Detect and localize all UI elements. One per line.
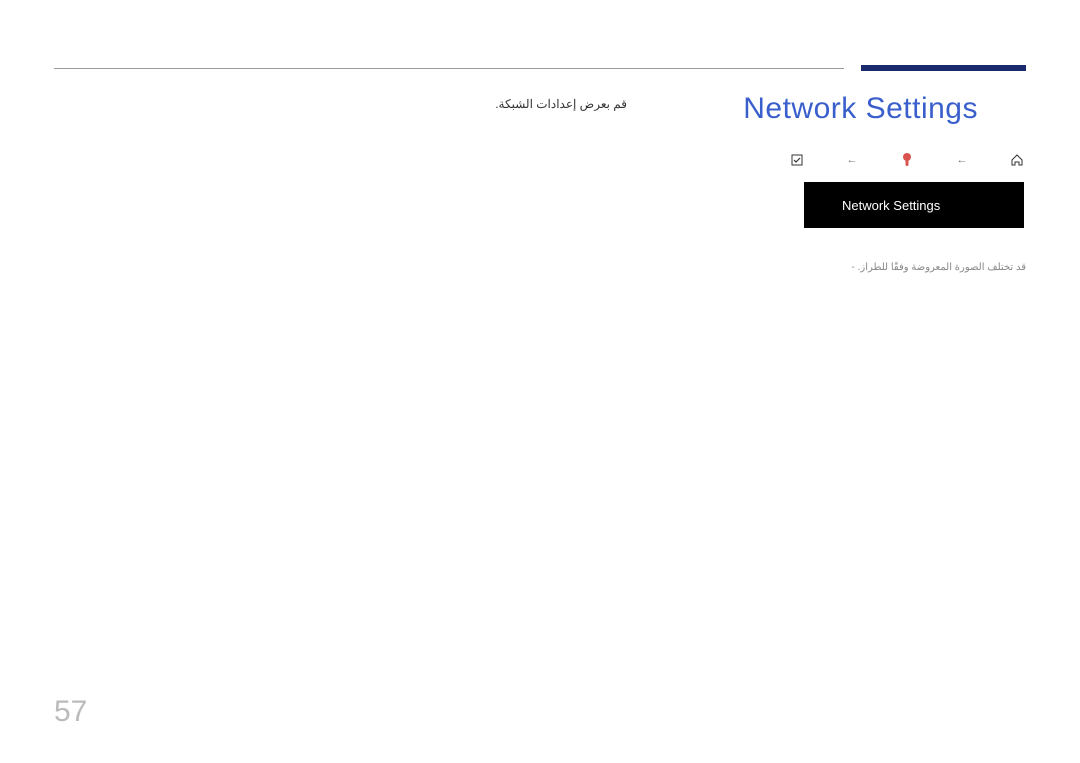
home-icon [1010, 153, 1024, 167]
footnote: قد تختلف الصورة المعروضة وفقًا للطراز. - [847, 262, 1026, 273]
header-divider [54, 68, 844, 69]
breadcrumb-icon-row: ← ← [790, 152, 1024, 168]
footnote-text: قد تختلف الصورة المعروضة وفقًا للطراز. [858, 262, 1026, 273]
page-number: 57 [54, 695, 87, 729]
page-title: Network Settings [743, 92, 978, 126]
expand-icon [790, 153, 804, 167]
menu-item-network-settings[interactable]: Network Settings [804, 182, 1024, 228]
breadcrumb-arrow-2: ← [957, 154, 968, 166]
breadcrumb-arrow-1: ← [847, 154, 858, 166]
warn-icon [900, 153, 914, 167]
header-accent-bar [861, 65, 1026, 71]
menu-item-label: Network Settings [842, 198, 940, 213]
footnote-dash: - [851, 262, 854, 273]
page-description: قم بعرض إعدادات الشبكة. [495, 97, 627, 111]
